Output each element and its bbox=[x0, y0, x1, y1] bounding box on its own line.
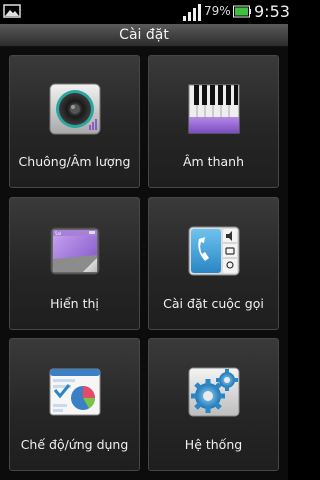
signal-strength-icon bbox=[183, 4, 201, 21]
tile-sound[interactable]: Âm thanh bbox=[148, 55, 279, 188]
display-icon: 5al bbox=[50, 227, 100, 275]
tile-system[interactable]: Hệ thống bbox=[148, 338, 279, 471]
piano-keys-icon bbox=[188, 84, 240, 134]
page-title: Cài đặt bbox=[0, 24, 288, 47]
tile-call-settings[interactable]: Cài đặt cuộc gọi bbox=[148, 197, 279, 330]
clock: 9:53 bbox=[254, 2, 290, 21]
phone-call-icon bbox=[188, 226, 240, 276]
settings-grid: Chuông/Âm lượng Âm thanh 5al Hiển thị Cà… bbox=[9, 55, 281, 473]
tile-mode-applications[interactable]: Chế độ/ứng dụng bbox=[9, 338, 140, 471]
battery-icon bbox=[233, 5, 251, 18]
tile-label: Cài đặt cuộc gọi bbox=[163, 296, 264, 311]
tile-label: Hiển thị bbox=[50, 296, 99, 311]
settings-screen: 79% 9:53 Cài đặt Chuông/Âm lượng Âm than… bbox=[0, 0, 290, 480]
tile-display[interactable]: 5al Hiển thị bbox=[9, 197, 140, 330]
image-notification-icon bbox=[3, 4, 21, 18]
tile-ring-volume[interactable]: Chuông/Âm lượng bbox=[9, 55, 140, 188]
gears-icon bbox=[188, 367, 240, 417]
svg-text:5al: 5al bbox=[55, 231, 61, 236]
status-bar: 79% 9:53 bbox=[0, 0, 290, 24]
speaker-icon bbox=[49, 83, 101, 135]
chart-icon bbox=[49, 368, 101, 416]
battery-percent: 79% bbox=[204, 4, 231, 18]
tile-label: Hệ thống bbox=[184, 437, 243, 452]
tile-label: Chế độ/ứng dụng bbox=[20, 437, 129, 452]
tile-label: Chuông/Âm lượng bbox=[18, 154, 131, 169]
tile-label: Âm thanh bbox=[182, 154, 245, 169]
